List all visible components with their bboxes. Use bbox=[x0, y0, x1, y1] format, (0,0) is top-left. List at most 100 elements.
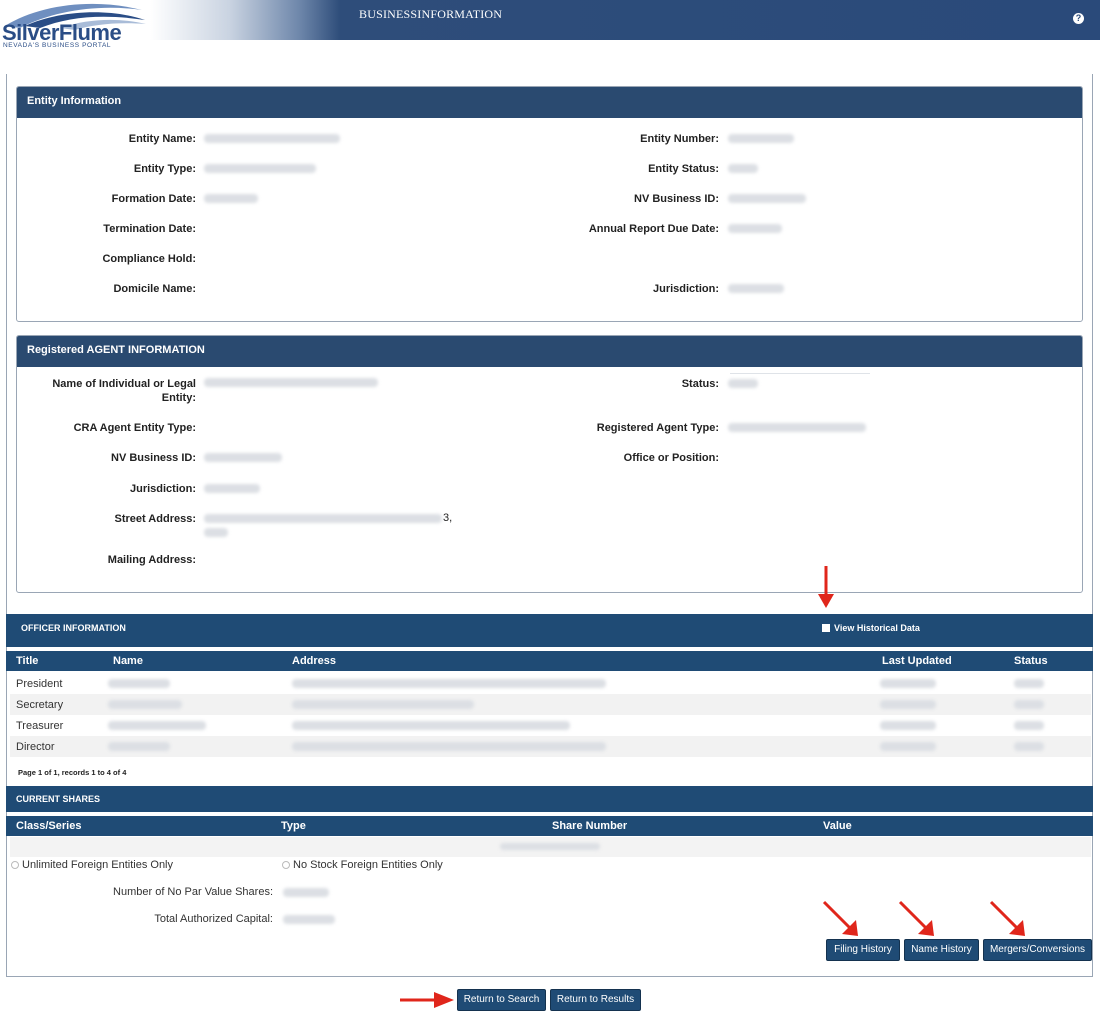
entity-jurisdiction-value bbox=[728, 284, 784, 293]
agent-name-label-line2: Entity: bbox=[161, 392, 196, 404]
red-arrow-down-icon bbox=[818, 566, 834, 608]
no-par-shares-label: Number of No Par Value Shares: bbox=[113, 886, 273, 898]
col-status: Status bbox=[1014, 655, 1048, 667]
unlimited-foreign-label: Unlimited Foreign Entities Only bbox=[22, 859, 174, 871]
return-to-results-button[interactable]: Return to Results bbox=[550, 989, 641, 1011]
termination-date-label: Termination Date: bbox=[103, 223, 196, 235]
mailing-address-label: Mailing Address: bbox=[107, 554, 196, 566]
no-stock-foreign-radio[interactable] bbox=[282, 861, 290, 869]
officer-address-value bbox=[292, 679, 606, 688]
red-arrow-diagonal-icon bbox=[898, 900, 934, 936]
name-history-button[interactable]: Name History bbox=[904, 939, 979, 961]
filing-history-button[interactable]: Filing History bbox=[826, 939, 900, 961]
entity-status-label: Entity Status: bbox=[648, 163, 719, 175]
top-header: SilverFlume NEVADA'S BUSINESS PORTAL BUS… bbox=[0, 0, 1100, 49]
entity-jurisdiction-label: Jurisdiction: bbox=[652, 283, 719, 295]
officer-title: President bbox=[16, 678, 63, 690]
street-address-value-line2 bbox=[204, 528, 228, 537]
nv-business-id-value bbox=[728, 194, 806, 203]
col-last-updated: Last Updated bbox=[882, 655, 952, 667]
view-historical-label[interactable]: View Historical Data bbox=[834, 623, 920, 633]
agent-nv-business-id-value bbox=[204, 453, 282, 462]
formation-date-value bbox=[204, 194, 258, 203]
shares-empty-message bbox=[500, 843, 600, 850]
officer-title: Director bbox=[16, 741, 55, 753]
agent-name-value bbox=[204, 378, 378, 387]
view-historical-checkbox[interactable] bbox=[822, 624, 830, 632]
current-shares-heading: CURRENT SHARES bbox=[16, 794, 101, 804]
officer-name-value bbox=[108, 700, 182, 709]
col-title: Title bbox=[16, 655, 39, 667]
officer-title: Treasurer bbox=[16, 720, 64, 732]
agent-status-value bbox=[728, 379, 758, 388]
officer-address-value bbox=[292, 721, 570, 730]
officer-status-value bbox=[1014, 721, 1044, 730]
silverflume-logo[interactable]: SilverFlume NEVADA'S BUSINESS PORTAL bbox=[0, 0, 150, 50]
question-circle-icon[interactable]: ? bbox=[1073, 13, 1084, 24]
officer-information-bar: OFFICER INFORMATION View Historical Data bbox=[6, 614, 1093, 647]
agent-name-label-line1: Name of Individual or Legal bbox=[52, 378, 196, 390]
agent-jurisdiction-value bbox=[204, 484, 260, 493]
officer-information-heading: OFFICER INFORMATION bbox=[21, 623, 126, 633]
officer-name-value bbox=[108, 742, 170, 751]
domicile-name-label: Domicile Name: bbox=[113, 283, 196, 295]
annual-report-due-label: Annual Report Due Date: bbox=[588, 223, 719, 235]
entity-name-value bbox=[204, 134, 340, 143]
officer-address-value bbox=[292, 700, 474, 709]
red-arrow-right-icon bbox=[400, 992, 454, 1008]
unlimited-foreign-radio[interactable] bbox=[11, 861, 19, 869]
no-stock-foreign-label: No Stock Foreign Entities Only bbox=[293, 859, 443, 871]
page-title: BUSINESSINFORMATION bbox=[359, 7, 503, 21]
entity-type-label: Entity Type: bbox=[133, 163, 196, 175]
mergers-conversions-button[interactable]: Mergers/Conversions bbox=[983, 939, 1092, 961]
officer-pagination: Page 1 of 1, records 1 to 4 of 4 bbox=[18, 768, 127, 777]
officer-table-header: Title Name Address Last Updated Status bbox=[6, 651, 1093, 671]
street-address-value bbox=[204, 514, 442, 523]
return-to-search-button[interactable]: Return to Search bbox=[457, 989, 546, 1011]
agent-nv-business-id-label: NV Business ID: bbox=[111, 452, 196, 464]
current-shares-bar: CURRENT SHARES bbox=[6, 786, 1093, 812]
no-par-shares-value bbox=[283, 888, 329, 897]
officer-title: Secretary bbox=[16, 699, 64, 711]
total-authorized-capital-label: Total Authorized Capital: bbox=[154, 913, 273, 925]
compliance-hold-label: Compliance Hold: bbox=[102, 253, 196, 265]
entity-information-heading: Entity Information bbox=[17, 87, 1082, 118]
entity-number-value bbox=[728, 134, 794, 143]
officer-status-value bbox=[1014, 679, 1044, 688]
officer-updated-value bbox=[880, 721, 936, 730]
agent-jurisdiction-label: Jurisdiction: bbox=[129, 483, 196, 495]
col-value: Value bbox=[823, 820, 852, 832]
total-authorized-capital-value bbox=[283, 915, 335, 924]
officer-status-value bbox=[1014, 742, 1044, 751]
col-type: Type bbox=[281, 820, 306, 832]
office-position-label: Office or Position: bbox=[623, 452, 719, 464]
red-arrow-diagonal-icon bbox=[989, 900, 1025, 936]
annual-report-due-value bbox=[728, 224, 782, 233]
formation-date-label: Formation Date: bbox=[111, 193, 196, 205]
registered-agent-type-label: Registered Agent Type: bbox=[596, 422, 719, 434]
col-class-series: Class/Series bbox=[16, 820, 82, 832]
street-address-suffix: 3, bbox=[443, 512, 453, 524]
entity-type-value bbox=[204, 164, 316, 173]
agent-status-label: Status: bbox=[681, 378, 719, 390]
cra-agent-type-label: CRA Agent Entity Type: bbox=[73, 422, 196, 434]
officer-name-value bbox=[108, 679, 170, 688]
entity-name-label: Entity Name: bbox=[128, 133, 196, 145]
shares-table-header: Class/Series Type Share Number Value bbox=[6, 816, 1093, 836]
registered-agent-heading: Registered AGENT INFORMATION bbox=[17, 336, 1082, 367]
nv-business-id-label: NV Business ID: bbox=[634, 193, 719, 205]
col-address: Address bbox=[292, 655, 337, 667]
entity-number-label: Entity Number: bbox=[640, 133, 719, 145]
officer-address-value bbox=[292, 742, 606, 751]
col-share-number: Share Number bbox=[552, 820, 628, 832]
col-name: Name bbox=[113, 655, 143, 667]
red-arrow-diagonal-icon bbox=[822, 900, 858, 936]
logo-tagline: NEVADA'S BUSINESS PORTAL bbox=[3, 42, 112, 49]
officer-updated-value bbox=[880, 679, 936, 688]
officer-updated-value bbox=[880, 700, 936, 709]
street-address-label: Street Address: bbox=[114, 513, 196, 525]
officer-updated-value bbox=[880, 742, 936, 751]
officer-status-value bbox=[1014, 700, 1044, 709]
registered-agent-type-value bbox=[728, 423, 866, 432]
officer-name-value bbox=[108, 721, 206, 730]
